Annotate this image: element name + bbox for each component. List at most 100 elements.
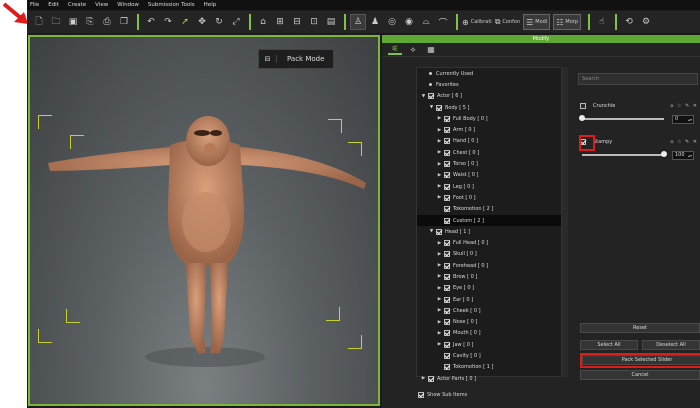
- expand-arrow-icon[interactable]: ▶: [437, 331, 442, 336]
- tree-item[interactable]: Tokomotion [ 2 ]: [417, 204, 561, 215]
- tree-item[interactable]: ▶ Arm [ 0 ]: [417, 124, 561, 135]
- grid-icon[interactable]: ⊡: [306, 14, 322, 30]
- spinner-icon[interactable]: ▴▾: [688, 152, 692, 159]
- menu-edit[interactable]: Edit: [48, 2, 59, 8]
- slider-tools-icon[interactable]: ⌂ ☆ ✎ ✕: [670, 103, 698, 109]
- tree-item[interactable]: ▶ Waist [ 0 ]: [417, 170, 561, 181]
- mouth-icon[interactable]: ⌒: [435, 14, 451, 30]
- document-icon[interactable]: ❐: [116, 14, 132, 30]
- morph-button[interactable]: ☷ Morp: [553, 14, 582, 30]
- camera-view-icon[interactable]: ⊟: [289, 14, 305, 30]
- tab-sliders-icon[interactable]: ⚟: [388, 44, 402, 55]
- tree-checkbox[interactable]: [444, 149, 450, 156]
- expand-arrow-icon[interactable]: ▶: [437, 173, 442, 178]
- home-icon[interactable]: ⌂: [255, 14, 271, 30]
- hand-icon[interactable]: ☝: [594, 14, 610, 30]
- slider-tools-icon[interactable]: ⌂ ☆ ✎ ✕: [670, 139, 698, 145]
- cancel-button[interactable]: Cancel: [580, 370, 700, 380]
- tab-checker-icon[interactable]: ▦: [424, 44, 438, 55]
- expand-arrow-icon[interactable]: ▶: [437, 342, 442, 347]
- tree-item[interactable]: ▶ Hand [ 0 ]: [417, 136, 561, 147]
- tree-item[interactable]: ▼ Body [ 5 ]: [417, 102, 561, 113]
- menu-file[interactable]: File: [30, 2, 39, 8]
- tree-checkbox[interactable]: [444, 353, 450, 360]
- expand-arrow-icon[interactable]: ▶: [437, 252, 442, 257]
- tree-item[interactable]: ▶ Cheek [ 0 ]: [417, 305, 561, 316]
- 3d-viewport[interactable]: ⊟ Pack Mode: [28, 35, 380, 406]
- expand-arrow-icon[interactable]: ▶: [437, 286, 442, 291]
- tree-item[interactable]: ▶ Nose [ 0 ]: [417, 317, 561, 328]
- select-all-button[interactable]: Select All: [580, 340, 638, 350]
- settings-icon[interactable]: ⚙: [638, 14, 654, 30]
- expand-arrow-icon[interactable]: ▶: [421, 376, 426, 381]
- globe-icon[interactable]: ◎: [384, 14, 400, 30]
- expand-arrow-icon[interactable]: ▶: [437, 241, 442, 246]
- tree-checkbox[interactable]: [444, 127, 450, 134]
- show-sub-items-checkbox[interactable]: [418, 392, 424, 398]
- expand-arrow-icon[interactable]: ▶: [437, 162, 442, 167]
- menu-create[interactable]: Create: [68, 2, 86, 8]
- person-icon[interactable]: ♙: [350, 14, 366, 30]
- expand-arrow-icon[interactable]: ▶: [437, 320, 442, 325]
- tree-item[interactable]: ▶ Brow [ 0 ]: [417, 271, 561, 282]
- tree-checkbox[interactable]: [436, 228, 442, 235]
- tree-checkbox[interactable]: [436, 104, 442, 111]
- tree-item[interactable]: ▶ Skull [ 0 ]: [417, 249, 561, 260]
- tree-item[interactable]: ▶ Full Body [ 0 ]: [417, 113, 561, 124]
- new-file-icon[interactable]: 🗋: [31, 14, 47, 30]
- tree-item[interactable]: Tokomotion [ 1 ]: [417, 362, 561, 373]
- tree-item[interactable]: Favorites: [417, 79, 561, 90]
- calibration-button[interactable]: ⊕ Calibrati: [462, 14, 492, 30]
- conform-button[interactable]: ⧉ Confon: [495, 14, 520, 30]
- tree-item[interactable]: ▶ Torso [ 0 ]: [417, 158, 561, 169]
- tree-item[interactable]: ▼ Head [ 1 ]: [417, 226, 561, 237]
- tree-item[interactable]: ▶ Jaw [ 0 ]: [417, 339, 561, 350]
- expand-arrow-icon[interactable]: ▶: [437, 308, 442, 313]
- move-icon[interactable]: ✥: [194, 14, 210, 30]
- menu-help[interactable]: Help: [204, 2, 217, 8]
- tree-checkbox[interactable]: [444, 115, 450, 122]
- expand-arrow-icon[interactable]: ▼: [421, 94, 426, 99]
- reset-button[interactable]: Reset: [580, 323, 700, 333]
- tree-checkbox[interactable]: [444, 307, 450, 314]
- tree-item[interactable]: Cavity [ 0 ]: [417, 350, 561, 361]
- tree-checkbox[interactable]: [444, 138, 450, 145]
- tree-checkbox[interactable]: [428, 375, 434, 382]
- open-folder-icon[interactable]: 🗀: [48, 14, 64, 30]
- expand-arrow-icon[interactable]: ▶: [437, 139, 442, 144]
- tree-checkbox[interactable]: [444, 330, 450, 337]
- tree-item[interactable]: Currently Used: [417, 68, 561, 79]
- tree-checkbox[interactable]: [444, 273, 450, 280]
- rotate-icon[interactable]: ↻: [211, 14, 227, 30]
- tree-item[interactable]: ▼ Actor [ 6 ]: [417, 91, 561, 102]
- tree-scrollbar[interactable]: [562, 67, 568, 377]
- redo-icon[interactable]: ↷: [160, 14, 176, 30]
- tree-item[interactable]: ▶ Chest [ 0 ]: [417, 147, 561, 158]
- eye-icon[interactable]: ◉: [401, 14, 417, 30]
- deselect-all-button[interactable]: Deselect All: [642, 340, 700, 350]
- tree-checkbox[interactable]: [444, 285, 450, 292]
- stampy-slider[interactable]: [582, 151, 667, 157]
- tree-item[interactable]: ▶ Mouth [ 0 ]: [417, 328, 561, 339]
- crunchie-value[interactable]: 0 ▴▾: [672, 114, 694, 124]
- expand-arrow-icon[interactable]: ▶: [437, 274, 442, 279]
- tree-checkbox[interactable]: [444, 251, 450, 258]
- tree-checkbox[interactable]: [444, 172, 450, 179]
- tree-item[interactable]: ▶ Leg [ 0 ]: [417, 181, 561, 192]
- expand-arrow-icon[interactable]: ▶: [437, 297, 442, 302]
- crunchie-slider[interactable]: [579, 115, 664, 121]
- tree-item[interactable]: ▶ Eye [ 0 ]: [417, 283, 561, 294]
- expand-arrow-icon[interactable]: ▶: [437, 128, 442, 133]
- tree-checkbox[interactable]: [444, 296, 450, 303]
- expand-arrow-icon[interactable]: ▶: [437, 116, 442, 121]
- crunchie-checkbox[interactable]: [580, 103, 586, 109]
- tree-item[interactable]: Custom [ 2 ]: [417, 214, 561, 227]
- menu-submission-tools[interactable]: Submission Tools: [148, 2, 195, 8]
- tree-checkbox[interactable]: [444, 319, 450, 326]
- spinner-icon[interactable]: ▴▾: [688, 116, 692, 123]
- search-input[interactable]: Search: [578, 73, 698, 85]
- tree-item[interactable]: ▶ Full Head [ 0 ]: [417, 237, 561, 248]
- tab-morph-icon[interactable]: ⟡: [406, 44, 420, 55]
- tree-checkbox[interactable]: [428, 93, 434, 100]
- tree-item[interactable]: ▶ Forehead [ 0 ]: [417, 260, 561, 271]
